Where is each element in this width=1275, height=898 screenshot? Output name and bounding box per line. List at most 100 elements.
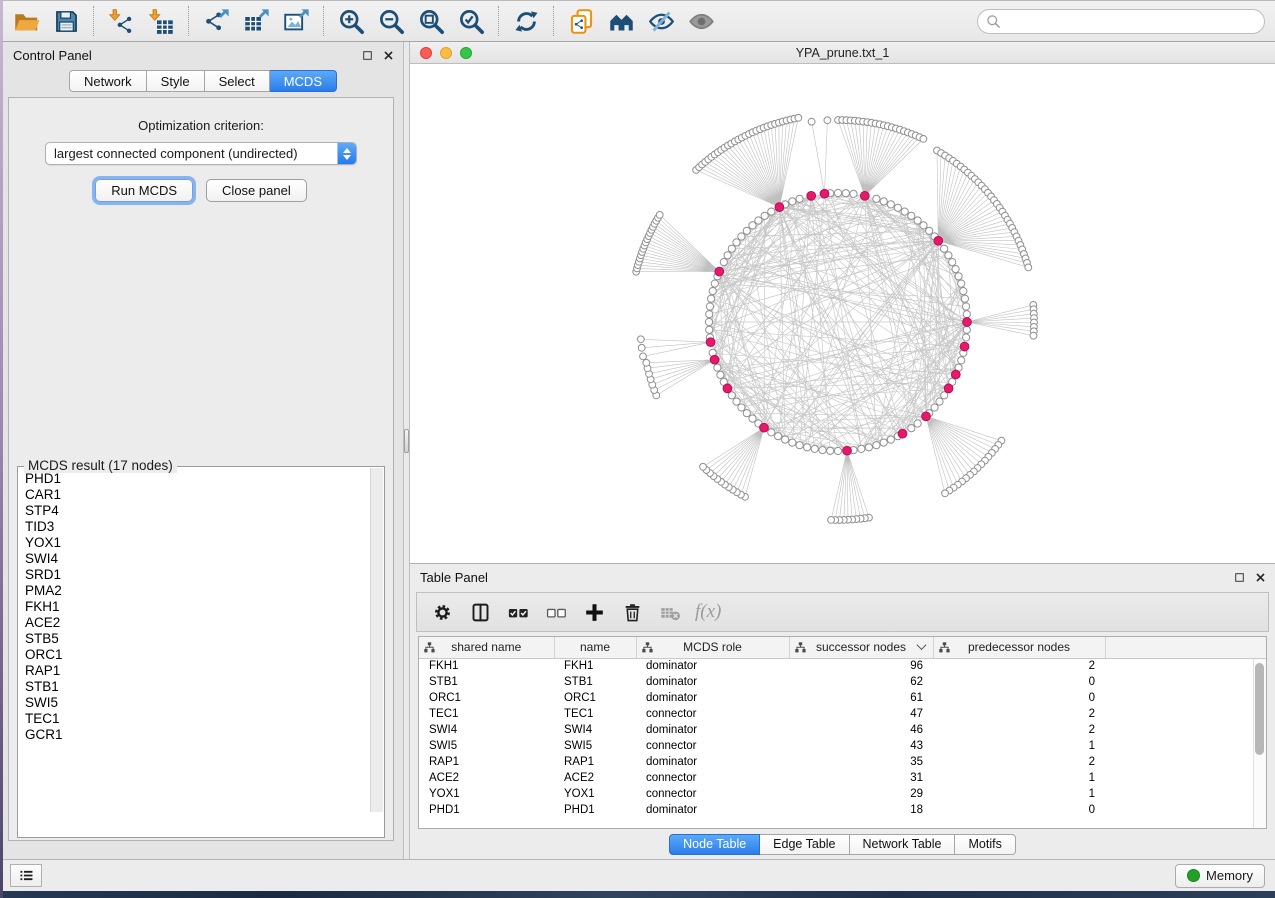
leaf-node[interactable]	[637, 336, 644, 343]
ring-node[interactable]	[711, 280, 718, 287]
ring-node[interactable]	[782, 436, 789, 443]
ring-node[interactable]	[834, 189, 841, 196]
mcds-hub-node[interactable]	[715, 267, 724, 276]
ring-node[interactable]	[738, 233, 745, 240]
tab-style[interactable]: Style	[147, 70, 205, 92]
mcds-result-item[interactable]: TEC1	[25, 711, 370, 727]
clone-network-button[interactable]	[561, 3, 601, 39]
leaf-node[interactable]	[920, 136, 927, 143]
ring-node[interactable]	[749, 415, 756, 422]
memory-button[interactable]: Memory	[1175, 864, 1265, 888]
network-canvas[interactable]	[410, 64, 1275, 563]
tab-node-table[interactable]: Node Table	[669, 834, 760, 855]
ring-node[interactable]	[945, 252, 952, 259]
export-network-button[interactable]	[196, 3, 236, 39]
mcds-hub-node[interactable]	[843, 446, 852, 455]
ring-node[interactable]	[949, 259, 956, 266]
ring-node[interactable]	[842, 190, 849, 197]
ring-node[interactable]	[708, 295, 715, 302]
create-column-button[interactable]	[577, 596, 611, 628]
table-scrollbar-track[interactable]	[1253, 659, 1266, 828]
ring-node[interactable]	[755, 217, 762, 224]
tab-network-table[interactable]: Network Table	[850, 834, 956, 855]
ring-node[interactable]	[827, 447, 834, 454]
mcds-hub-node[interactable]	[723, 384, 732, 393]
open-session-button[interactable]	[6, 3, 46, 39]
mcds-hub-node[interactable]	[960, 342, 969, 351]
ring-node[interactable]	[706, 311, 713, 318]
mcds-result-list[interactable]: PHD1CAR1STP4TID3YOX1SWI4SRD1PMA2FKH1ACE2…	[19, 468, 370, 836]
import-network-button[interactable]	[101, 3, 141, 39]
leaf-node[interactable]	[824, 117, 831, 124]
ring-node[interactable]	[901, 208, 908, 215]
ring-node[interactable]	[952, 266, 959, 273]
mcds-result-item[interactable]: GCR1	[25, 727, 370, 743]
mcds-result-scrollbar[interactable]	[370, 468, 383, 812]
ring-node[interactable]	[724, 252, 731, 259]
delete-column-button[interactable]	[615, 596, 649, 628]
column-header-predecessor-nodes[interactable]: predecessor nodes	[933, 637, 1105, 658]
ring-node[interactable]	[887, 436, 894, 443]
ring-node[interactable]	[738, 404, 745, 411]
ring-node[interactable]	[796, 442, 803, 449]
first-neighbors-button[interactable]	[601, 3, 641, 39]
column-header-name[interactable]: name	[554, 637, 636, 658]
deselect-all-columns-button[interactable]	[539, 596, 573, 628]
column-header-successor-nodes[interactable]: successor nodes	[789, 637, 933, 658]
mcds-result-item[interactable]: FKH1	[25, 599, 370, 615]
tab-motifs[interactable]: Motifs	[955, 834, 1015, 855]
table-row[interactable]: ACE2ACE2connector311	[419, 770, 1266, 786]
ring-node[interactable]	[761, 212, 768, 219]
ring-node[interactable]	[865, 444, 872, 451]
ring-node[interactable]	[768, 429, 775, 436]
mcds-result-item[interactable]: STP4	[25, 503, 370, 519]
ring-node[interactable]	[728, 245, 735, 252]
column-header-shared-name[interactable]: shared name	[419, 637, 554, 658]
mcds-result-item[interactable]: SWI5	[25, 695, 370, 711]
ring-node[interactable]	[936, 398, 943, 405]
mcds-hub-node[interactable]	[706, 338, 715, 347]
ring-node[interactable]	[880, 198, 887, 205]
ring-node[interactable]	[963, 303, 970, 310]
mcds-result-item[interactable]: PHD1	[25, 471, 370, 487]
tab-edge-table[interactable]: Edge Table	[760, 834, 849, 855]
ring-node[interactable]	[963, 311, 970, 318]
mcds-result-item[interactable]: STB5	[25, 631, 370, 647]
ring-node[interactable]	[743, 227, 750, 234]
select-all-columns-button[interactable]	[501, 596, 535, 628]
ring-node[interactable]	[941, 245, 948, 252]
table-row[interactable]: SWI5SWI5connector431	[419, 738, 1266, 754]
ring-node[interactable]	[717, 371, 724, 378]
splitter-handle[interactable]	[404, 429, 409, 453]
float-panel-icon[interactable]	[361, 49, 374, 62]
tab-network[interactable]: Network	[69, 70, 147, 92]
search-input[interactable]	[1006, 14, 1256, 29]
export-image-button[interactable]	[276, 3, 316, 39]
mcds-hub-node[interactable]	[760, 423, 769, 432]
zoom-out-button[interactable]	[371, 3, 411, 39]
ring-node[interactable]	[908, 212, 915, 219]
ring-node[interactable]	[709, 288, 716, 295]
close-panel-icon[interactable]	[1254, 571, 1267, 584]
leaf-node[interactable]	[656, 212, 663, 219]
ring-node[interactable]	[720, 259, 727, 266]
show-all-button[interactable]	[681, 3, 721, 39]
table-row[interactable]: PHD1PHD1dominator180	[419, 802, 1266, 818]
leaf-node[interactable]	[640, 353, 647, 360]
close-panel-button[interactable]: Close panel	[206, 179, 307, 202]
criterion-dropdown[interactable]: largest connected component (undirected)	[45, 142, 357, 165]
leaf-node[interactable]	[1030, 332, 1037, 339]
hide-selected-button[interactable]	[641, 3, 681, 39]
ring-node[interactable]	[705, 318, 712, 325]
ring-node[interactable]	[789, 198, 796, 205]
ring-node[interactable]	[914, 217, 921, 224]
ring-node[interactable]	[714, 364, 721, 371]
table-row[interactable]: TEC1TEC1connector472	[419, 706, 1266, 722]
leaf-node[interactable]	[700, 463, 707, 470]
column-header-mcds-role[interactable]: MCDS role	[636, 637, 789, 658]
ring-node[interactable]	[955, 273, 962, 280]
ring-node[interactable]	[834, 447, 841, 454]
ring-node[interactable]	[850, 190, 857, 197]
ring-node[interactable]	[873, 195, 880, 202]
tab-mcds[interactable]: MCDS	[270, 70, 337, 92]
